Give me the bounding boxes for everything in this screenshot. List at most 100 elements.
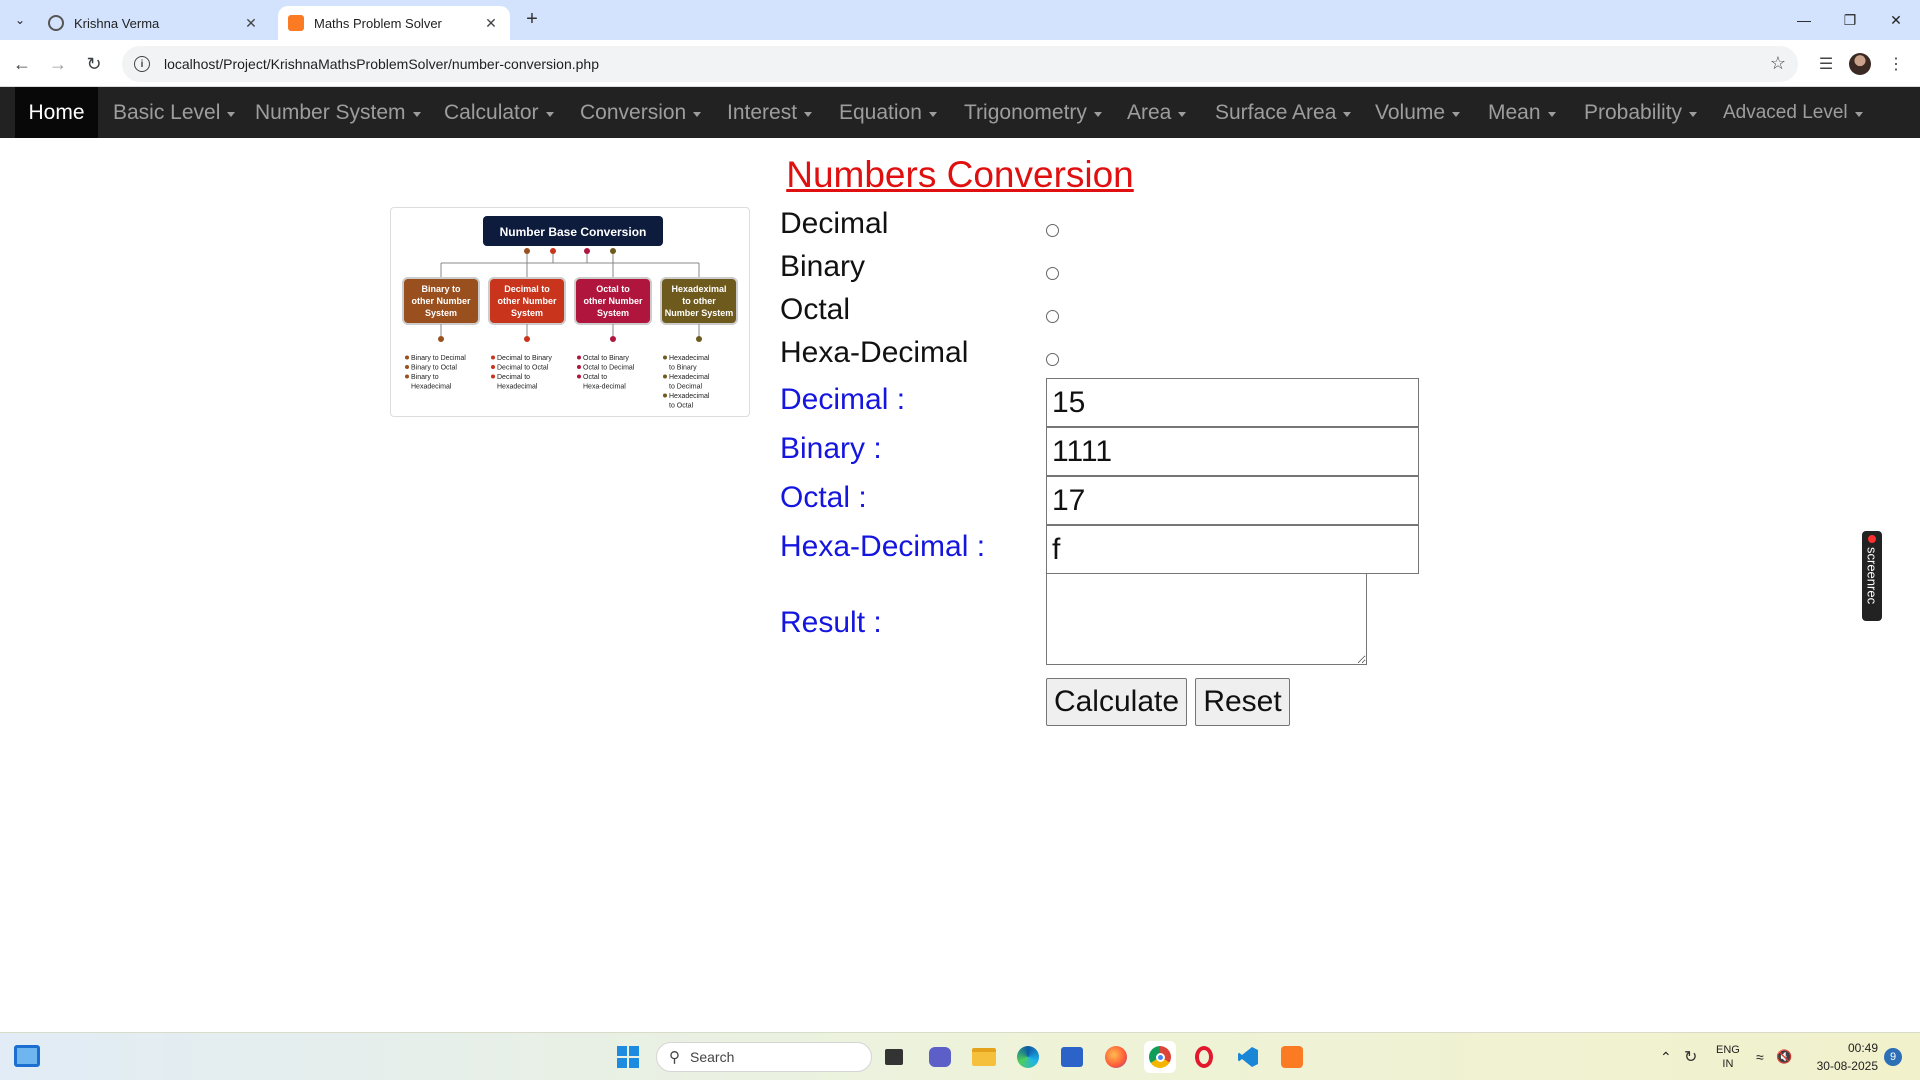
clock-time: 00:49 bbox=[1847, 1041, 1878, 1055]
radio-binary[interactable] bbox=[1046, 267, 1059, 280]
diagram-bullet bbox=[491, 374, 495, 379]
show-hidden-icons-chevron-icon[interactable]: ⌃ bbox=[1660, 1033, 1672, 1081]
diagram-bullet bbox=[663, 393, 667, 398]
widgets-icon[interactable] bbox=[14, 1045, 40, 1067]
avatar bbox=[1849, 53, 1871, 75]
language-line-1: ENG bbox=[1716, 1044, 1740, 1056]
diagram-bullet bbox=[577, 355, 581, 360]
diagram-item: Binary to bbox=[411, 374, 439, 381]
task-view-icon[interactable] bbox=[878, 1041, 910, 1073]
profile-avatar[interactable] bbox=[1846, 50, 1874, 78]
restore-button[interactable]: ❐ bbox=[1827, 0, 1873, 40]
nav-probability[interactable]: Probability bbox=[1584, 87, 1698, 138]
nav-home[interactable]: Home bbox=[15, 87, 98, 138]
octal-input[interactable] bbox=[1046, 476, 1419, 525]
caret-down-icon bbox=[412, 111, 421, 117]
browser-tab-krishna-verma[interactable]: Krishna Verma ✕ bbox=[38, 6, 270, 40]
diagram-bullet bbox=[405, 365, 409, 369]
caret-down-icon bbox=[1452, 111, 1461, 117]
nav-label: Mean bbox=[1488, 100, 1541, 124]
teams-chat-icon[interactable] bbox=[924, 1041, 956, 1073]
menu-kebab-icon[interactable]: ⋮ bbox=[1882, 50, 1910, 78]
media-controls-icon[interactable]: ☰ bbox=[1812, 50, 1840, 78]
binary-label: Binary : bbox=[780, 432, 882, 465]
nav-equation[interactable]: Equation bbox=[839, 87, 937, 138]
caret-down-icon bbox=[928, 111, 937, 117]
nav-conversion[interactable]: Conversion bbox=[580, 87, 702, 138]
taskbar-clock[interactable]: 00:49 30-08-2025 bbox=[1808, 1039, 1878, 1075]
caret-down-icon bbox=[693, 111, 702, 117]
record-dot-icon bbox=[1868, 535, 1876, 543]
diagram-box-label: other Number bbox=[411, 296, 471, 306]
nav-trigonometry[interactable]: Trigonometry bbox=[964, 87, 1102, 138]
close-window-button[interactable]: ✕ bbox=[1873, 0, 1919, 40]
nav-area[interactable]: Area bbox=[1127, 87, 1187, 138]
opera-icon[interactable] bbox=[1188, 1041, 1220, 1073]
volume-muted-icon[interactable]: 🔇 bbox=[1776, 1033, 1792, 1081]
diagram-bullet bbox=[577, 374, 581, 379]
hexadecimal-input[interactable] bbox=[1046, 525, 1419, 574]
taskbar-search[interactable]: ⚲ Search bbox=[656, 1042, 872, 1072]
clock-date: 30-08-2025 bbox=[1816, 1059, 1878, 1073]
decimal-input[interactable] bbox=[1046, 378, 1419, 427]
windows-start-icon[interactable] bbox=[612, 1041, 644, 1073]
nav-calculator[interactable]: Calculator bbox=[444, 87, 554, 138]
binary-input[interactable] bbox=[1046, 427, 1419, 476]
nav-label: Probability bbox=[1584, 100, 1683, 124]
new-tab-button[interactable]: + bbox=[520, 8, 544, 32]
reload-button[interactable]: ↻ bbox=[80, 50, 108, 78]
radio-decimal[interactable] bbox=[1046, 224, 1059, 237]
nav-advanced-level[interactable]: Advaced Level bbox=[1723, 87, 1863, 138]
diagram-item: Decimal to bbox=[497, 374, 530, 381]
browser-tab-maths-problem-solver[interactable]: Maths Problem Solver ✕ bbox=[278, 6, 510, 40]
nav-interest[interactable]: Interest bbox=[727, 87, 813, 138]
forward-button[interactable]: → bbox=[44, 50, 72, 78]
diagram-bullet bbox=[405, 355, 409, 360]
address-bar[interactable]: i localhost/Project/KrishnaMathsProblemS… bbox=[122, 46, 1798, 82]
reset-button[interactable]: Reset bbox=[1195, 678, 1290, 726]
chrome-icon[interactable] bbox=[1144, 1041, 1176, 1073]
diagram-item: Decimal to Octal bbox=[497, 365, 549, 372]
nav-label: Calculator bbox=[444, 100, 539, 124]
file-explorer-icon[interactable] bbox=[968, 1041, 1000, 1073]
tab-title: Krishna Verma bbox=[74, 15, 160, 31]
diagram-item: Hexadecimal bbox=[411, 384, 452, 391]
site-info-icon[interactable]: i bbox=[134, 56, 150, 72]
wifi-icon[interactable]: ≈ bbox=[1756, 1033, 1764, 1081]
nav-label: Volume bbox=[1375, 100, 1446, 124]
nav-label: Basic Level bbox=[113, 100, 221, 124]
nav-label: Advaced Level bbox=[1723, 101, 1848, 123]
tab-search-button[interactable]: ⌄ bbox=[8, 8, 32, 32]
nav-number-system[interactable]: Number System bbox=[255, 87, 421, 138]
close-tab-icon[interactable]: ✕ bbox=[242, 15, 260, 32]
diagram-box-label: System bbox=[511, 308, 543, 318]
edge-icon[interactable] bbox=[1012, 1041, 1044, 1073]
sync-icon[interactable]: ↻ bbox=[1684, 1033, 1697, 1081]
nav-label: Number System bbox=[255, 100, 406, 124]
xampp-taskbar-icon[interactable] bbox=[1276, 1041, 1308, 1073]
diagram-title: Number Base Conversion bbox=[500, 225, 647, 239]
microsoft-store-icon[interactable] bbox=[1056, 1041, 1088, 1073]
number-base-conversion-image: Number Base Conversion Binary to other Nu… bbox=[390, 207, 750, 417]
nav-volume[interactable]: Volume bbox=[1375, 87, 1461, 138]
minimize-button[interactable]: — bbox=[1781, 0, 1827, 40]
back-button[interactable]: ← bbox=[8, 50, 36, 78]
screenrec-widget[interactable]: screenrec bbox=[1862, 531, 1882, 621]
bookmark-star-icon[interactable]: ☆ bbox=[1770, 53, 1786, 74]
radio-hexadecimal[interactable] bbox=[1046, 353, 1059, 366]
result-textarea[interactable] bbox=[1046, 573, 1367, 665]
close-tab-icon[interactable]: ✕ bbox=[482, 15, 500, 32]
vscode-icon[interactable] bbox=[1232, 1041, 1264, 1073]
diagram-item: Octal to Decimal bbox=[583, 365, 635, 372]
language-indicator[interactable]: ENG IN bbox=[1716, 1033, 1740, 1081]
hexadecimal-label: Hexa-Decimal : bbox=[780, 530, 986, 563]
caret-down-icon bbox=[1093, 111, 1102, 117]
nav-basic-level[interactable]: Basic Level bbox=[113, 87, 236, 138]
calculate-button[interactable]: Calculate bbox=[1046, 678, 1187, 726]
notification-badge[interactable]: 9 bbox=[1884, 1048, 1902, 1066]
firefox-icon[interactable] bbox=[1100, 1041, 1132, 1073]
caret-down-icon bbox=[227, 111, 236, 117]
nav-mean[interactable]: Mean bbox=[1488, 87, 1556, 138]
radio-octal[interactable] bbox=[1046, 310, 1059, 323]
nav-surface-area[interactable]: Surface Area bbox=[1215, 87, 1352, 138]
